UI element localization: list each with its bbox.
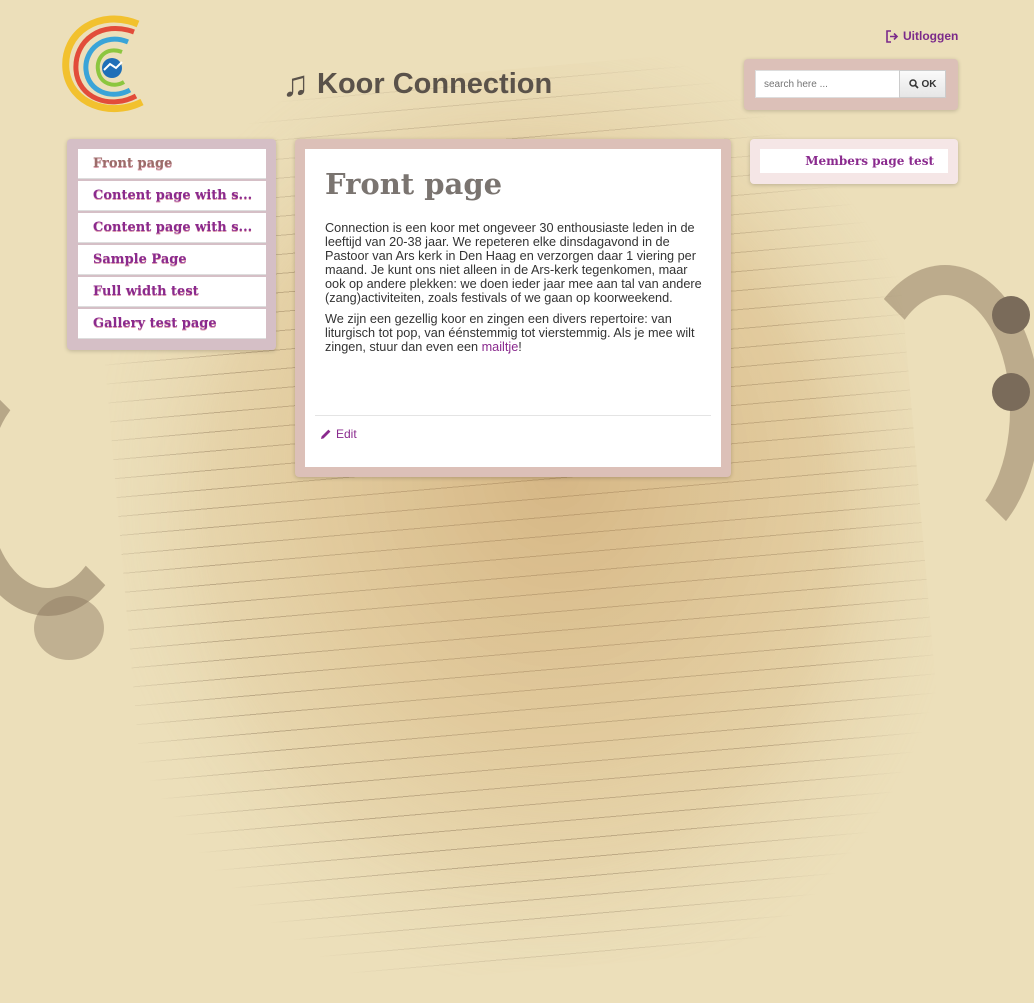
sidebar-nav: Front page Content page with s... Conten… bbox=[67, 139, 276, 350]
members-widget: Members page test bbox=[750, 139, 958, 184]
search-icon bbox=[908, 79, 919, 89]
choir-logo-icon bbox=[62, 15, 144, 113]
members-page-link[interactable]: Members page test bbox=[760, 149, 948, 173]
paragraph-repertoire: We zijn een gezellig koor en zingen een … bbox=[325, 312, 705, 354]
sidebar-item-sample-page[interactable]: Sample Page bbox=[78, 245, 266, 275]
main-content: Front page Connection is een koor met on… bbox=[305, 149, 721, 467]
site-title-block: ♫ Koor Connection bbox=[282, 66, 552, 102]
edit-label: Edit bbox=[336, 427, 357, 441]
sidebar-item-content-page-1[interactable]: Content page with s... bbox=[78, 181, 266, 211]
sidebar-item-gallery-test-page[interactable]: Gallery test page bbox=[78, 309, 266, 339]
site-logo[interactable] bbox=[60, 12, 152, 120]
paragraph-intro: Connection is een koor met ongeveer 30 e… bbox=[325, 221, 702, 305]
logout-label: Uitloggen bbox=[903, 29, 959, 43]
music-note-icon: ♫ bbox=[282, 63, 309, 104]
sidebar-item-content-page-2[interactable]: Content page with s... bbox=[78, 213, 266, 243]
search-widget: OK bbox=[744, 59, 958, 110]
page-body: Connection is een koor met ongeveer 30 e… bbox=[325, 221, 705, 361]
bass-clef-dot-bottom bbox=[992, 373, 1030, 411]
search-button[interactable]: OK bbox=[899, 70, 946, 98]
content-divider bbox=[315, 415, 711, 416]
logout-link[interactable]: Uitloggen bbox=[886, 29, 958, 43]
mailto-link[interactable]: mailtje bbox=[482, 340, 519, 354]
sidebar-item-front-page[interactable]: Front page bbox=[78, 149, 266, 179]
search-input[interactable] bbox=[755, 70, 899, 98]
logout-icon bbox=[886, 29, 899, 43]
bass-clef-dot-top bbox=[992, 296, 1030, 334]
site-title[interactable]: Koor Connection bbox=[317, 68, 552, 101]
pencil-icon bbox=[321, 429, 331, 439]
main-content-frame: Front page Connection is een koor met on… bbox=[295, 139, 731, 477]
decorative-clef-left-dot bbox=[34, 596, 104, 660]
page-title: Front page bbox=[325, 167, 503, 201]
edit-link[interactable]: Edit bbox=[320, 427, 357, 441]
paragraph-repertoire-end: ! bbox=[518, 340, 522, 354]
sidebar-item-full-width-test[interactable]: Full width test bbox=[78, 277, 266, 307]
search-button-label: OK bbox=[921, 78, 937, 90]
